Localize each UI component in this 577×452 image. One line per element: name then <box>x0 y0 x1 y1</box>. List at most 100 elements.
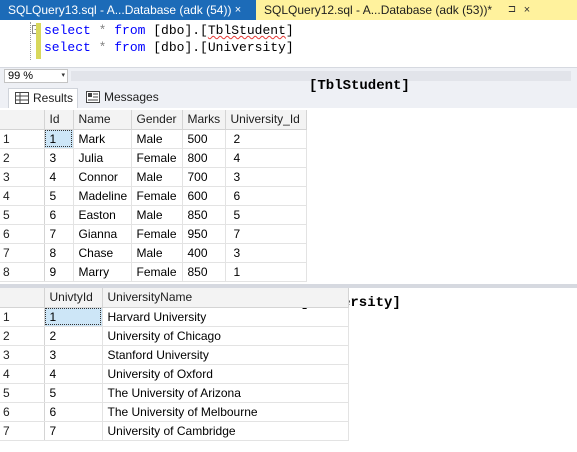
table-cell[interactable]: Female <box>131 148 183 168</box>
table-cell[interactable]: 6 <box>44 205 74 225</box>
row-number[interactable]: 1 <box>0 307 45 327</box>
row-number[interactable]: 5 <box>0 383 45 403</box>
table-cell[interactable]: Harvard University <box>102 307 349 327</box>
table-cell[interactable]: Julia <box>73 148 132 168</box>
tab-sqlquery12-pin-icon[interactable]: ⊐ <box>505 0 519 20</box>
column-header[interactable]: University_Id <box>225 110 307 130</box>
tab-messages[interactable]: Messages <box>80 88 160 108</box>
table-row[interactable]: 7 8 Chase Male 400 3 <box>0 243 307 263</box>
table-cell[interactable]: University of Cambridge <box>102 421 349 441</box>
table-row[interactable]: 4 5 Madeline Female 600 6 <box>0 186 307 206</box>
table-cell[interactable]: 850 <box>182 262 226 282</box>
table-cell[interactable]: 3 <box>225 243 307 263</box>
row-number[interactable]: 3 <box>0 167 45 187</box>
row-number[interactable]: 3 <box>0 345 45 365</box>
table-cell[interactable]: Female <box>131 224 183 244</box>
table-cell[interactable]: 5 <box>225 205 307 225</box>
column-header[interactable]: Marks <box>182 110 226 130</box>
table-cell[interactable]: 6 <box>225 186 307 206</box>
tab-results[interactable]: Results <box>8 88 78 108</box>
column-header[interactable]: UniversityName <box>102 288 349 308</box>
table-row[interactable]: 7 7 University of Cambridge <box>0 421 349 441</box>
table-cell[interactable]: 8 <box>44 243 74 263</box>
table-cell[interactable]: 2 <box>44 326 103 346</box>
column-header[interactable]: Name <box>73 110 132 130</box>
table-cell[interactable]: 2 <box>225 129 307 149</box>
table-cell[interactable]: 800 <box>182 148 226 168</box>
table-cell[interactable]: 4 <box>225 148 307 168</box>
table-cell[interactable]: Female <box>131 262 183 282</box>
row-number[interactable]: 6 <box>0 402 45 422</box>
table-cell[interactable]: Female <box>131 186 183 206</box>
table-cell[interactable]: Male <box>131 243 183 263</box>
table-cell[interactable]: University of Chicago <box>102 326 349 346</box>
table-cell[interactable]: 7 <box>44 224 74 244</box>
university-grid[interactable]: UnivtyId UniversityName 1 1 Harvard Univer… <box>0 288 349 441</box>
table-cell[interactable]: The University of Melbourne <box>102 402 349 422</box>
table-cell[interactable]: 1 <box>225 262 307 282</box>
table-cell[interactable]: The University of Arizona <box>102 383 349 403</box>
table-row[interactable]: 5 6 Easton Male 850 5 <box>0 205 307 225</box>
table-cell[interactable]: 7 <box>225 224 307 244</box>
table-cell[interactable]: Madeline <box>73 186 132 206</box>
table-cell[interactable]: 400 <box>182 243 226 263</box>
tab-sqlquery13-close-icon[interactable]: × <box>231 0 245 20</box>
table-row[interactable]: 6 7 Gianna Female 950 7 <box>0 224 307 244</box>
table-row[interactable]: 3 4 Connor Male 700 3 <box>0 167 307 187</box>
table-cell[interactable]: Marry <box>73 262 132 282</box>
table-row[interactable]: 2 3 Julia Female 800 4 <box>0 148 307 168</box>
table-cell[interactable]: 3 <box>44 148 74 168</box>
table-cell[interactable]: Male <box>131 129 183 149</box>
table-cell[interactable]: 1 <box>44 129 74 149</box>
row-number[interactable]: 8 <box>0 262 45 282</box>
row-number[interactable]: 4 <box>0 186 45 206</box>
tab-sqlquery12-close-icon[interactable]: × <box>520 0 534 20</box>
table-cell[interactable]: Connor <box>73 167 132 187</box>
table-cell[interactable]: 7 <box>44 421 103 441</box>
table-cell[interactable]: 700 <box>182 167 226 187</box>
table-cell[interactable]: 1 <box>44 307 103 327</box>
table-cell[interactable]: University of Oxford <box>102 364 349 384</box>
table-cell[interactable]: Mark <box>73 129 132 149</box>
code-line-2[interactable]: select * from [dbo].[University] <box>44 40 294 55</box>
tab-sqlquery12[interactable]: SQLQuery12.sql - A...Database (adk (53))… <box>256 0 577 20</box>
row-number[interactable]: 7 <box>0 243 45 263</box>
table-cell[interactable]: 4 <box>44 364 103 384</box>
table-row[interactable]: 3 3 Stanford University <box>0 345 349 365</box>
row-number[interactable]: 2 <box>0 148 45 168</box>
table-cell[interactable]: 950 <box>182 224 226 244</box>
tab-sqlquery13[interactable]: SQLQuery13.sql - A...Database (adk (54))… <box>0 0 256 20</box>
row-number[interactable]: 6 <box>0 224 45 244</box>
table-row[interactable]: 5 5 The University of Arizona <box>0 383 349 403</box>
table-cell[interactable]: 5 <box>44 383 103 403</box>
table-cell[interactable]: 3 <box>44 345 103 365</box>
table-cell[interactable]: Male <box>131 205 183 225</box>
table-cell[interactable]: 500 <box>182 129 226 149</box>
table-cell[interactable]: 4 <box>44 167 74 187</box>
column-header[interactable]: Gender <box>131 110 183 130</box>
table-row[interactable]: 4 4 University of Oxford <box>0 364 349 384</box>
row-number[interactable]: 5 <box>0 205 45 225</box>
table-cell[interactable]: Chase <box>73 243 132 263</box>
grid-corner[interactable] <box>0 288 45 308</box>
row-number[interactable]: 7 <box>0 421 45 441</box>
grid-corner[interactable] <box>0 110 45 130</box>
table-cell[interactable]: Easton <box>73 205 132 225</box>
table-cell[interactable]: 5 <box>44 186 74 206</box>
table-row[interactable]: 6 6 The University of Melbourne <box>0 402 349 422</box>
query-editor[interactable]: − select * from [dbo].[TblStudent] selec… <box>0 20 577 67</box>
table-row[interactable]: 8 9 Marry Female 850 1 <box>0 262 307 282</box>
table-cell[interactable]: Male <box>131 167 183 187</box>
table-cell[interactable]: 9 <box>44 262 74 282</box>
table-cell[interactable]: 6 <box>44 402 103 422</box>
column-header[interactable]: Id <box>44 110 74 130</box>
row-number[interactable]: 1 <box>0 129 45 149</box>
table-cell[interactable]: Gianna <box>73 224 132 244</box>
column-header[interactable]: UnivtyId <box>44 288 103 308</box>
row-number[interactable]: 2 <box>0 326 45 346</box>
table-row[interactable]: 1 1 Mark Male 500 2 <box>0 129 307 149</box>
table-cell[interactable]: 3 <box>225 167 307 187</box>
code-line-1[interactable]: select * from [dbo].[TblStudent] <box>44 23 294 38</box>
row-number[interactable]: 4 <box>0 364 45 384</box>
table-cell[interactable]: 850 <box>182 205 226 225</box>
